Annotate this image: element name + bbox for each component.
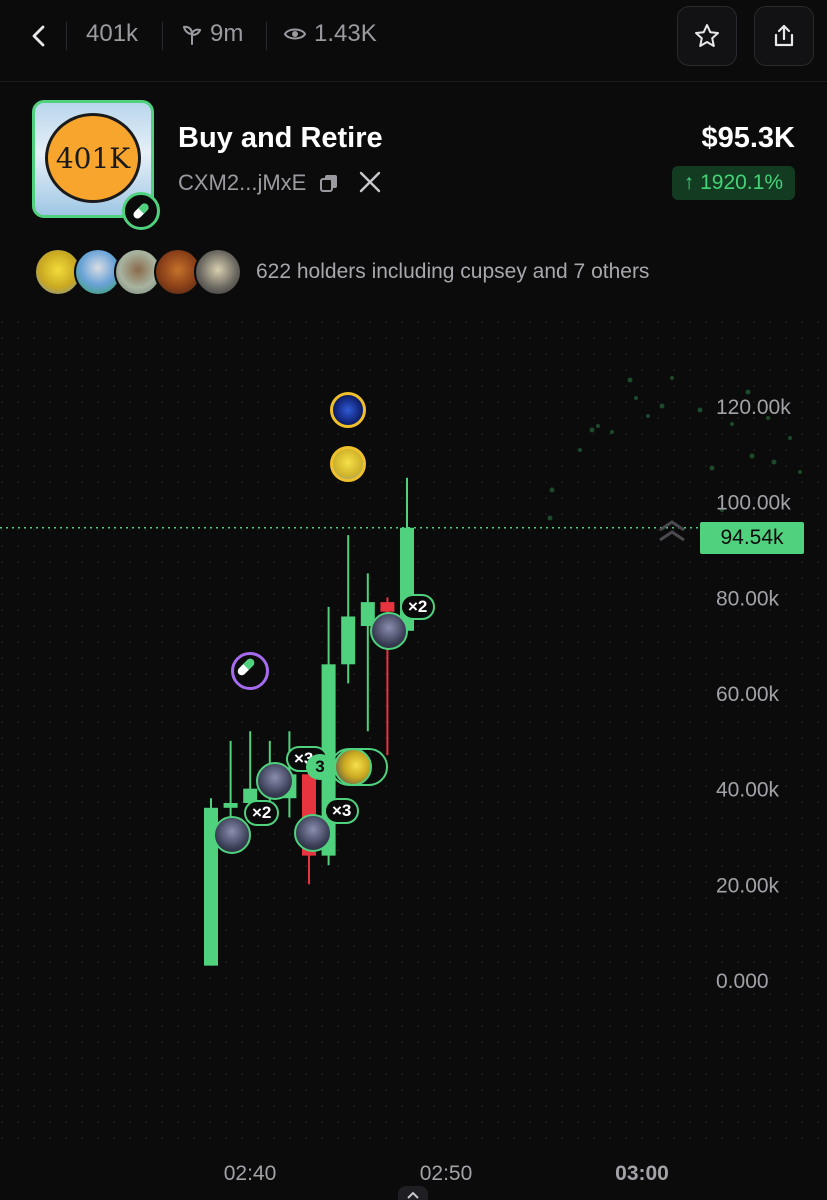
y-tick-label: 40.00k [716, 779, 780, 802]
x-tick-label: 03:00 [615, 1162, 669, 1185]
trader-marker[interactable] [213, 816, 251, 854]
trader-marker[interactable] [370, 612, 408, 650]
ticker-stat: 401k [86, 20, 138, 48]
pill-marker[interactable] [231, 652, 269, 690]
copy-address-button[interactable] [318, 172, 340, 194]
y-tick-label: 80.00k [716, 587, 780, 610]
y-tick-label: 60.00k [716, 683, 780, 706]
back-button[interactable] [24, 18, 54, 54]
chart-grid [0, 320, 827, 1140]
age-label: 9m [210, 20, 244, 47]
token-address: CXM2...jMxE [178, 170, 307, 195]
chevron-left-icon [32, 25, 45, 47]
holder-avatar[interactable] [194, 248, 242, 296]
trade-multiplier-badge: ×2 [244, 800, 280, 826]
x-logo-icon [359, 171, 381, 193]
candle-body [223, 803, 238, 808]
x-axis: 02:40 02:50 03:00 [224, 1162, 669, 1185]
sprout-icon [182, 25, 202, 45]
y-tick-label: 100.00k [716, 492, 791, 515]
divider [66, 22, 67, 50]
pill-badge-icon [122, 192, 160, 230]
holders-summary[interactable]: 622 holders including cupsey and 7 other… [256, 260, 649, 284]
y-tick-label: 20.00k [716, 874, 780, 897]
trader-marker[interactable] [330, 446, 366, 482]
favorite-button[interactable] [677, 6, 737, 66]
views-stat: 1.43K [284, 20, 377, 48]
divider [266, 22, 267, 50]
token-logo-text: 401K [55, 141, 131, 175]
trader-marker[interactable] [256, 762, 294, 800]
views-label: 1.43K [314, 20, 377, 47]
expand-panel-button[interactable] [398, 1186, 428, 1200]
chevron-up-icon [407, 1191, 419, 1199]
trade-multiplier-badge: ×3 [324, 798, 360, 824]
trader-marker[interactable] [330, 392, 366, 428]
divider [162, 22, 163, 50]
current-price-tag: 94.54k [700, 522, 804, 554]
copy-icon [320, 175, 337, 192]
x-tick-label: 02:50 [420, 1162, 473, 1185]
trader-marker[interactable] [294, 814, 332, 852]
trader-group-outline [330, 748, 388, 786]
candle-body [380, 602, 395, 612]
age-stat: 9m [182, 20, 243, 48]
price-chart[interactable]: 120.00k 100.00k 80.00k 60.00k 40.00k 20.00k 0.… [0, 320, 827, 1200]
token-name: Buy and Retire [178, 122, 383, 154]
candlestick-chart[interactable]: 120.00k 100.00k 80.00k 60.00k 40.00k 20.00k 0.… [0, 320, 827, 1200]
market-cap: $95.3K [701, 122, 795, 154]
x-tick-label: 02:40 [224, 1162, 277, 1185]
holder-avatars[interactable] [34, 248, 244, 296]
y-tick-label: 120.00k [716, 396, 791, 419]
ticker-label: 401k [86, 20, 139, 47]
pill-icon [237, 658, 255, 676]
token-logo-coin: 401K [45, 113, 141, 203]
top-bar: 401k 9m 1.43K [0, 0, 827, 82]
star-icon [695, 24, 719, 47]
y-tick-label: 0.000 [716, 970, 769, 993]
x-social-link[interactable] [358, 170, 382, 194]
eye-icon [284, 28, 306, 40]
candle-body [341, 616, 356, 665]
trade-multiplier-badge: ×2 [400, 594, 436, 620]
share-button[interactable] [754, 6, 814, 66]
price-change-badge: ↑ 1920.1% [671, 166, 795, 200]
share-icon [774, 24, 794, 47]
